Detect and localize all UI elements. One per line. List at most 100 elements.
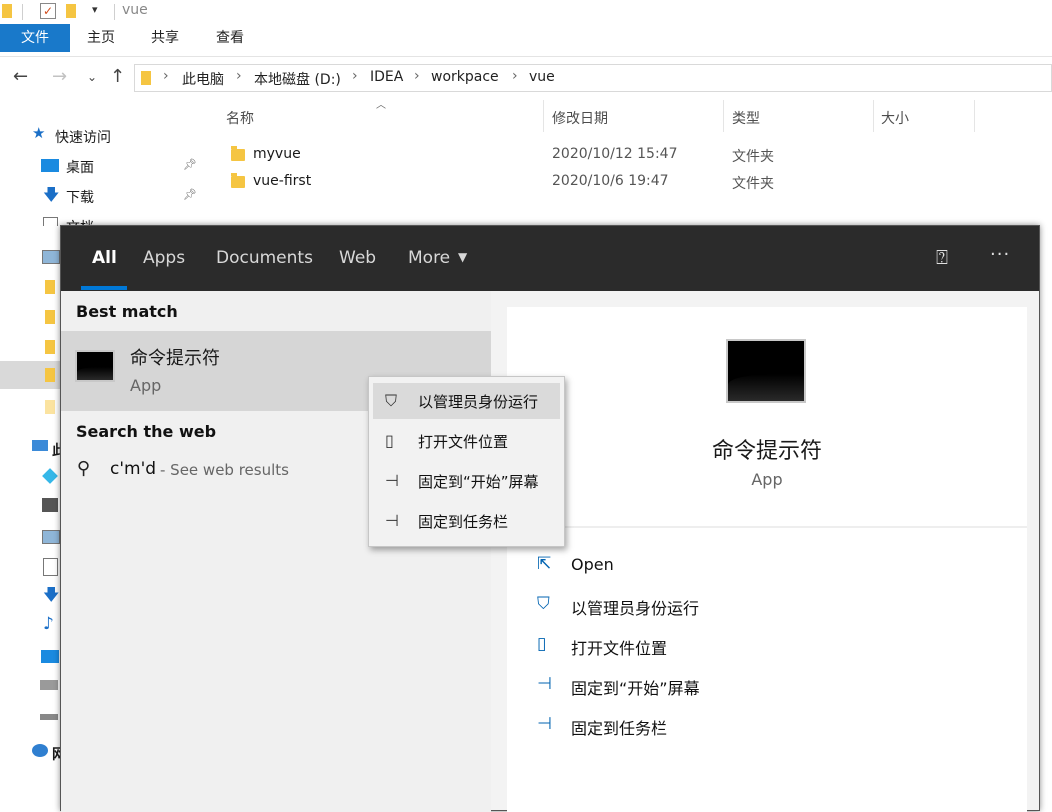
search-icon: ⚲ (77, 458, 91, 479)
file-row[interactable]: myvue 2020/10/12 15:47 文件夹 (202, 142, 1052, 168)
result-detail-pane: 命令提示符 App ⇱ Open ⛉ 以管理员身份运行 ▯ 打开文件位置 ⊣ 固… (507, 307, 1027, 812)
command-prompt-icon (75, 350, 115, 382)
window-title: vue (122, 2, 148, 18)
breadcrumb-this-pc[interactable]: 此电脑 (182, 69, 224, 89)
desktop-icon (41, 159, 59, 172)
column-header-date[interactable]: 修改日期 (552, 108, 608, 128)
tab-file[interactable]: 文件 (0, 24, 70, 52)
more-options-icon[interactable]: ··· (990, 244, 1010, 265)
back-arrow-icon[interactable]: ← (13, 66, 28, 87)
breadcrumb-idea[interactable]: IDEA (370, 69, 403, 85)
admin-shield-icon: ⛉ (537, 594, 550, 614)
column-header-type[interactable]: 类型 (732, 108, 760, 128)
column-header-size[interactable]: 大小 (881, 108, 909, 128)
divider (507, 526, 1027, 528)
pin-taskbar-icon: ⊣ (385, 511, 399, 530)
tab-web[interactable]: Web (339, 248, 376, 268)
active-tab-indicator (81, 286, 127, 290)
action-open-file-location[interactable]: ▯ 打开文件位置 (507, 624, 1027, 664)
breadcrumb-workpace[interactable]: workpace (431, 69, 499, 85)
toolbar-divider (114, 4, 115, 20)
file-name: vue-first (253, 173, 312, 189)
breadcrumb-drive-d[interactable]: 本地磁盘 (D:) (254, 69, 341, 89)
tab-all[interactable]: All (92, 248, 117, 268)
tab-share[interactable]: 共享 (151, 24, 179, 52)
tab-home[interactable]: 主页 (87, 24, 115, 52)
download-icon: 🡇 (43, 185, 60, 204)
action-run-as-admin[interactable]: ⛉ 以管理员身份运行 (507, 584, 1027, 624)
pin-icon[interactable]: 📌︎ (183, 158, 197, 171)
search-web-header: Search the web (76, 422, 217, 441)
menu-item-label: 固定到“开始”屏幕 (418, 473, 539, 491)
pin-taskbar-icon: ⊣ (537, 714, 552, 734)
breadcrumb-vue[interactable]: vue (529, 69, 555, 85)
nav-item-downloads[interactable]: 🡇 下载 📌︎ (0, 182, 200, 210)
nav-item-selected[interactable] (0, 361, 60, 389)
column-header-name[interactable]: 名称 (226, 108, 254, 128)
file-name: myvue (253, 146, 301, 162)
action-pin-to-start[interactable]: ⊣ 固定到“开始”屏幕 (507, 664, 1027, 704)
address-bar[interactable]: › 此电脑 › 本地磁盘 (D:) › IDEA › workpace › vu… (134, 64, 1052, 92)
nav-quick-access[interactable]: ★ 快速访问 (0, 122, 200, 150)
forward-arrow-icon[interactable]: → (52, 66, 67, 87)
menu-item-open-file-location[interactable]: ▯ 打开文件位置 (373, 423, 560, 459)
new-folder-icon[interactable] (66, 4, 76, 18)
menu-item-pin-to-taskbar[interactable]: ⊣ 固定到任务栏 (373, 503, 560, 539)
best-match-header: Best match (76, 302, 178, 321)
pin-start-icon: ⊣ (385, 471, 399, 490)
folder-icon (2, 4, 12, 18)
menu-item-run-as-admin[interactable]: ⛉ 以管理员身份运行 (373, 383, 560, 419)
ribbon-tabs: 文件 主页 共享 查看 (0, 24, 1052, 57)
nav-item-desktop[interactable]: 桌面 📌︎ (0, 152, 200, 180)
file-date: 2020/10/12 15:47 (552, 146, 678, 162)
file-type: 文件夹 (732, 176, 774, 192)
pin-icon[interactable]: 📌︎ (183, 188, 197, 201)
pictures-icon (42, 530, 60, 544)
web-query: c'm'd (110, 459, 157, 479)
pictures-icon (42, 250, 60, 264)
tab-documents[interactable]: Documents (216, 248, 313, 268)
explorer-title-bar: ✓ ▾ vue (0, 0, 1052, 24)
folder-icon (45, 400, 55, 414)
this-pc-icon (32, 440, 48, 451)
download-icon: 🡇 (43, 585, 60, 604)
action-label: 以管理员身份运行 (571, 599, 700, 618)
up-arrow-icon[interactable]: ↑ (110, 66, 125, 87)
chevron-down-icon[interactable]: ▼ (458, 250, 467, 264)
nav-item-documents[interactable]: 文档 (0, 212, 200, 226)
file-row[interactable]: vue-first 2020/10/6 19:47 文件夹 (202, 169, 1052, 195)
column-divider[interactable] (873, 100, 874, 132)
breadcrumb-chevron-icon[interactable]: › (352, 68, 358, 84)
menu-item-label: 打开文件位置 (418, 433, 509, 451)
tab-more[interactable]: More (408, 248, 450, 268)
menu-item-label: 以管理员身份运行 (418, 393, 539, 411)
sort-ascending-icon[interactable]: ︿ (376, 96, 386, 111)
action-label: 固定到“开始”屏幕 (571, 679, 700, 698)
breadcrumb-chevron-icon[interactable]: › (512, 68, 518, 84)
nav-label: 桌面 (66, 160, 94, 176)
folder-icon (45, 280, 55, 294)
recent-locations-chevron-icon[interactable]: ⌄ (87, 70, 97, 84)
action-pin-to-taskbar[interactable]: ⊣ 固定到任务栏 (507, 704, 1027, 744)
folder-icon (231, 173, 245, 188)
network-icon (32, 744, 48, 757)
folder-icon (231, 146, 245, 161)
column-divider[interactable] (723, 100, 724, 132)
menu-item-pin-to-start[interactable]: ⊣ 固定到“开始”屏幕 (373, 463, 560, 499)
breadcrumb-chevron-icon[interactable]: › (236, 68, 242, 84)
music-icon: ♪ (43, 614, 54, 634)
quick-access-toolbar-dropdown-icon[interactable]: ▾ (92, 3, 98, 16)
file-location-icon: ▯ (537, 634, 547, 654)
properties-check-icon[interactable]: ✓ (40, 3, 56, 19)
column-divider[interactable] (543, 100, 544, 132)
tab-apps[interactable]: Apps (143, 248, 185, 268)
breadcrumb-chevron-icon[interactable]: › (163, 68, 169, 84)
action-open[interactable]: ⇱ Open (507, 544, 1027, 584)
column-divider[interactable] (974, 100, 975, 132)
admin-shield-icon: ⛉ (385, 391, 398, 410)
breadcrumb-chevron-icon[interactable]: › (414, 68, 420, 84)
file-date: 2020/10/6 19:47 (552, 173, 669, 189)
feedback-icon[interactable]: ⍰ (936, 245, 948, 269)
tab-view[interactable]: 查看 (216, 24, 244, 52)
desktop-icon (41, 650, 59, 663)
